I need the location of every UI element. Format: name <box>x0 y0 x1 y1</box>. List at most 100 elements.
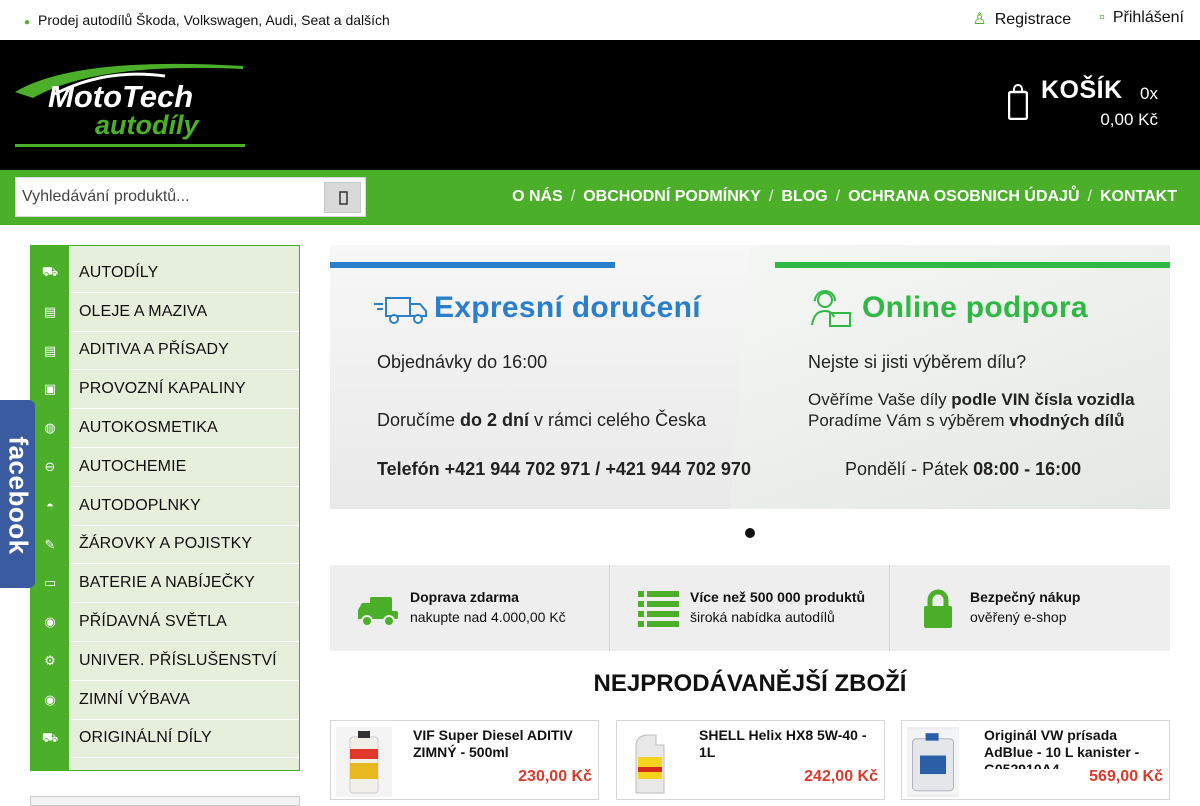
sidebar-item-label: ZIMNÍ VÝBAVA <box>79 690 190 708</box>
accessory-icon: ◓ <box>46 498 54 514</box>
sidebar-item-label: ORIGINÁLNÍ DÍLY <box>79 729 212 747</box>
sidebar-item-label: AUTOKOSMETIKA <box>79 419 218 437</box>
sidebar-item-label: BATERIE A NABÍJEČKY <box>79 574 255 592</box>
main-menu: O NÁS / OBCHODNÍ PODMÍNKY / BLOG / OCHRANA … <box>512 188 1177 206</box>
slider-dot[interactable] <box>745 528 755 538</box>
header: MotoTech autodíly KOŠÍK 0x 0,00 Kč <box>0 40 1200 170</box>
user-icon: ♙ <box>972 11 987 28</box>
product-name[interactable]: Originál VW prísada AdBlue - 10 L kanist… <box>984 727 1164 769</box>
menu-contact[interactable]: KONTAKT <box>1100 188 1177 206</box>
product-card[interactable]: SHELL Helix HX8 5W-40 - 1L 242,00 Kč <box>616 720 885 800</box>
banner-right-line3: Poradíme Vám s výběrem vhodných dílů <box>808 411 1125 430</box>
product-name[interactable]: VIF Super Diesel ADITIV ZIMNÝ - 500ml <box>413 727 593 769</box>
banner-right-line1: Nejste si jisti výběrem dílu? <box>808 352 1027 372</box>
product-name[interactable]: SHELL Helix HX8 5W-40 - 1L <box>699 727 879 769</box>
sidebar-item-label: ADITIVA A PŘÍSADY <box>79 341 229 359</box>
chemistry-icon: ⊖ <box>44 459 56 474</box>
tagline-text: Prodej autodílů Škoda, Volkswagen, Audi,… <box>38 12 390 28</box>
gear-icon: ⚙ <box>44 653 56 668</box>
banner-left-title: Expresní doručení <box>434 291 701 324</box>
sponge-icon: ◍ <box>44 420 56 436</box>
menu-about[interactable]: O NÁS <box>512 188 563 206</box>
feature-free-shipping: Doprava zdarma nakupte nad 4.000,00 Kč <box>330 565 610 651</box>
product-price: 242,00 Kč <box>804 768 878 785</box>
account-links: ♙ Registrace ▫ Přihlášení <box>972 9 1184 29</box>
navbar: O NÁS/ OBCHODNÍ PODMÍNKY/ BLOG/ OCHRANA … <box>0 170 1200 225</box>
menu-privacy[interactable]: OCHRANA OSOBNICH ÚDAJŮ <box>848 188 1079 206</box>
search-box <box>15 177 366 217</box>
sidebar-item[interactable]: ▭ BATERIE A NABÍJEČKY <box>44 564 299 604</box>
register-link[interactable]: ♙ Registrace <box>972 9 1071 29</box>
truck-icon <box>358 597 398 627</box>
lock-small-icon: ▫ <box>1099 9 1105 26</box>
banner-right-line2: Ověříme Vaše díly podle VIN čísla vozidl… <box>808 390 1135 409</box>
cart[interactable]: KOŠÍK 0x 0,00 Kč <box>1008 74 1158 138</box>
banner-right-title: Online podpora <box>862 291 1088 324</box>
shopping-bag-icon <box>1008 84 1028 120</box>
support-agent-icon <box>811 290 851 327</box>
sidebar-item[interactable]: ◍ AUTOKOSMETIKA <box>44 409 299 448</box>
category-sidebar: ⛟ AUTODÍLY ▤ OLEJE A MAZIVA ▤ ADITIVA A PŘÍSA… <box>30 245 300 771</box>
light-icon: ◉ <box>44 614 56 630</box>
sidebar-item[interactable]: ⊖ AUTOCHEMIE <box>45 448 299 487</box>
sidebar-item[interactable]: ✎ ŽÁROVKY A POJISTKY <box>45 526 299 565</box>
canister-icon: ▣ <box>43 381 57 397</box>
cart-count: 0x <box>1140 84 1158 103</box>
sidebar-item-label: AUTOCHEMIE <box>79 457 187 475</box>
product-card[interactable]: Originál VW prísada AdBlue - 10 L kanist… <box>901 720 1170 800</box>
menu-terms[interactable]: OBCHODNÍ PODMÍNKY <box>583 188 761 206</box>
sidebar-item-label: PROVOZNÍ KAPALINY <box>79 380 246 398</box>
sidebar-item-label: ŽÁROVKY A POJISTKY <box>79 535 253 553</box>
product-card[interactable]: VIF Super Diesel ADITIV ZIMNÝ - 500ml 23… <box>330 720 599 800</box>
banner-left-line1: Objednávky do 16:00 <box>377 352 548 372</box>
product-image[interactable] <box>907 727 959 797</box>
sidebar-item-label: AUTODÍLY <box>79 263 159 281</box>
tire-icon: ◉ <box>44 691 56 707</box>
cart-total: 0,00 Kč <box>1100 110 1158 129</box>
promo-banner[interactable]: Expresní doručení Objednávky do 16:00 Do… <box>330 245 1170 509</box>
sidebar-item[interactable]: ▣ PROVOZNÍ KAPALINY <box>44 370 299 410</box>
battery-icon: ▭ <box>43 575 57 591</box>
search-button[interactable] <box>324 182 361 213</box>
sidebar-item[interactable]: ◉ PŘÍDAVNÁ SVĚTLA <box>44 603 299 642</box>
feature-secure: Bezpečný nákup ověřený e-shop <box>890 565 1170 651</box>
features-strip: Doprava zdarma nakupte nad 4.000,00 Kč V… <box>330 565 1170 651</box>
sidebar-item[interactable]: ⛟ AUTODÍLY <box>42 254 299 293</box>
search-input[interactable] <box>22 186 322 208</box>
mototech-logo[interactable]: MotoTech autodíly <box>15 62 245 148</box>
feature-products: Více než 500 000 produktů široká nabídka… <box>610 565 890 651</box>
logo-text-1: MotoTech <box>48 79 193 114</box>
sidebar-item[interactable]: ▤ OLEJE A MAZIVA <box>44 293 299 332</box>
facebook-tab[interactable]: facebook <box>0 400 35 588</box>
car-icon: ⛟ <box>41 729 59 745</box>
search-icon <box>339 191 348 205</box>
login-link[interactable]: ▫ Přihlášení <box>1099 9 1184 29</box>
sidebar-item-label: AUTODOPLNKY <box>79 496 201 514</box>
sidebar-item[interactable]: ⚙ UNIVER. PŘÍSLUŠENSTVÍ <box>44 642 299 681</box>
delivery-truck-icon <box>374 297 427 324</box>
product-image[interactable] <box>336 727 392 797</box>
bestsellers-title: NEJPRODÁVANĚJŠÍ ZBOŽÍ <box>593 670 907 697</box>
sidebar-item-label: UNIVER. PŘÍSLUŠENSTVÍ <box>79 651 277 669</box>
bulb-icon: ✎ <box>44 536 56 552</box>
sidebar-item-label: PŘÍDAVNÁ SVĚTLA <box>79 613 227 631</box>
product-price: 230,00 Kč <box>518 768 592 785</box>
sidebar-item[interactable]: ◉ ZIMNÍ VÝBAVA <box>44 681 299 720</box>
sidebar-item[interactable]: ◓ AUTODOPLNKY <box>46 487 299 526</box>
car-icon: ⛟ <box>41 264 59 279</box>
lock-icon <box>924 589 952 628</box>
tagline: ● Prodej autodílů Škoda, Volkswagen, Audi… <box>24 12 390 28</box>
cart-title: KOŠÍK <box>1041 76 1123 104</box>
sidebar-item[interactable]: ⛟ ORIGINÁLNÍ DÍLY <box>42 720 299 759</box>
top-bar: ● Prodej autodílů Škoda, Volkswagen, Audi… <box>0 0 1200 40</box>
logo-text-2: autodíly <box>95 110 200 140</box>
banner-phone: Telefón +421 944 702 971 / +421 944 702 … <box>377 459 751 479</box>
sidebar-item-label: OLEJE A MAZIVA <box>79 302 208 320</box>
list-icon <box>638 591 679 627</box>
menu-blog[interactable]: BLOG <box>781 188 827 206</box>
sidebar-item[interactable]: ▤ ADITIVA A PŘÍSADY <box>44 332 299 371</box>
product-image[interactable] <box>622 727 678 797</box>
product-price: 569,00 Kč <box>1089 768 1163 785</box>
facebook-label: facebook <box>3 436 34 555</box>
banner-left-line2: Doručíme do 2 dní v rámci celého Česka <box>377 410 707 430</box>
